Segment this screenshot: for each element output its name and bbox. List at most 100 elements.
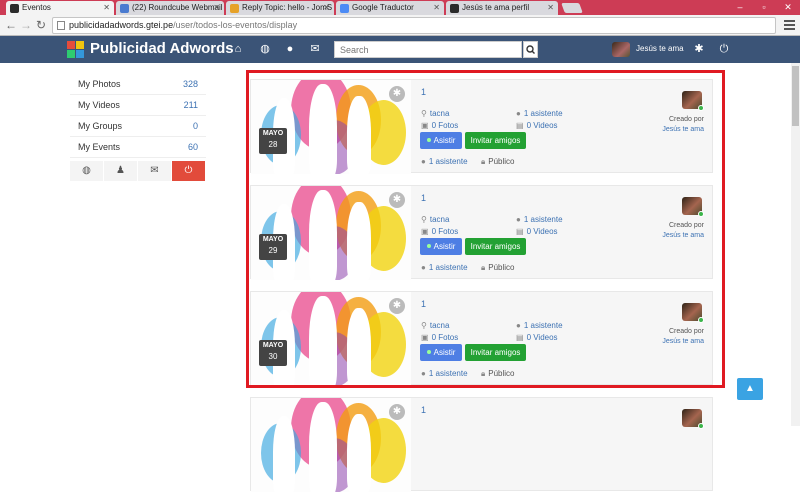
joomla-favicon-icon: [230, 4, 239, 13]
event-month: MAYO: [262, 236, 284, 243]
event-card: ✱ MAYO 30 1 ⚲ tacna ● 1 asistente ▣ 0 Fotos…: [250, 291, 713, 386]
event-card: ✱ MAYO 28 1 ⚲ tacna ● 1 asistente ▣ 0 Fotos…: [250, 79, 713, 174]
event-banner-image[interactable]: ✱ MAYO 28: [251, 80, 411, 174]
event-attendees-count[interactable]: ● 1 asistente: [516, 215, 563, 225]
header-username[interactable]: Jesús te ama: [636, 44, 684, 53]
event-title-link[interactable]: 1: [421, 193, 426, 203]
sidebar-item-count: 60: [187, 142, 198, 152]
photo-icon: ▣: [421, 333, 429, 342]
sidebar-item-groups[interactable]: My Groups 0: [70, 116, 206, 137]
maximize-window-icon[interactable]: ▫: [752, 0, 776, 15]
user-icon: ●: [516, 321, 521, 330]
minimize-window-icon[interactable]: –: [728, 0, 752, 15]
event-attendees-footer[interactable]: ● 1 asistente: [421, 157, 468, 167]
event-photos-count[interactable]: ▣ 0 Fotos: [421, 121, 458, 131]
reload-icon[interactable]: ↻: [34, 18, 48, 32]
search-input[interactable]: [334, 41, 522, 58]
close-tab-icon[interactable]: ✕: [323, 1, 330, 15]
gear-icon[interactable]: ✱: [693, 43, 705, 55]
search-button[interactable]: [523, 41, 538, 58]
sidebar-item-events[interactable]: My Events 60: [70, 137, 206, 158]
privacy-text: Público: [488, 157, 515, 166]
privacy-text: Público: [488, 369, 515, 378]
invite-friends-button[interactable]: Invitar amigos: [465, 132, 526, 149]
gear-icon[interactable]: ✱: [389, 404, 405, 420]
event-videos-count[interactable]: ▤ 0 Videos: [516, 333, 558, 343]
event-attendees-count[interactable]: ● 1 asistente: [516, 321, 563, 331]
event-title-link[interactable]: 1: [421, 299, 426, 309]
browser-tab-reply-topic[interactable]: Reply Topic: hello - JomS ✕: [226, 1, 334, 15]
browser-tab-jesus-perfil[interactable]: Jesús te ama perfil ✕: [446, 1, 558, 15]
event-title-link[interactable]: 1: [421, 405, 426, 415]
friends-icon[interactable]: ♟: [104, 161, 138, 181]
browser-tab-google-traductor[interactable]: Google Traductor ✕: [336, 1, 444, 15]
user-avatar[interactable]: [612, 42, 630, 57]
mail-icon[interactable]: ✉: [309, 43, 321, 55]
logo-icon[interactable]: [67, 41, 85, 58]
photos-text: 0 Fotos: [431, 227, 459, 236]
gear-icon[interactable]: ✱: [389, 192, 405, 208]
attend-button[interactable]: Asistir: [420, 344, 462, 361]
close-window-icon[interactable]: ✕: [776, 0, 800, 15]
event-videos-count[interactable]: ▤ 0 Videos: [516, 121, 558, 131]
lock-icon: 🔒︎: [481, 157, 486, 166]
close-tab-icon[interactable]: ✕: [433, 1, 440, 15]
browser-tab-eventos[interactable]: Eventos ✕: [6, 1, 114, 15]
event-banner-image[interactable]: ✱: [251, 398, 411, 492]
creator-name-link[interactable]: Jesús te ama: [662, 126, 704, 133]
event-location-text: tacna: [429, 109, 450, 118]
scroll-to-top-button[interactable]: ▲: [737, 378, 763, 400]
event-location[interactable]: ⚲ tacna: [421, 109, 449, 119]
event-attendees-footer[interactable]: ● 1 asistente: [421, 369, 468, 379]
scrollbar-thumb[interactable]: [792, 66, 799, 126]
hamburger-menu-icon[interactable]: [784, 20, 795, 30]
event-title-link[interactable]: 1: [421, 87, 426, 97]
event-photos-count[interactable]: ▣ 0 Fotos: [421, 227, 458, 237]
attend-button[interactable]: Asistir: [420, 132, 462, 149]
event-location[interactable]: ⚲ tacna: [421, 321, 449, 331]
event-card: ✱ MAYO 29 1 ⚲ tacna ● 1 asistente ▣ 0 Fotos…: [250, 185, 713, 280]
sidebar-item-photos[interactable]: My Photos 328: [70, 74, 206, 95]
photo-icon: ▣: [421, 121, 429, 130]
site-favicon-icon: [10, 4, 19, 13]
sidebar-item-videos[interactable]: My Videos 211: [70, 95, 206, 116]
event-attendees-count[interactable]: ● 1 asistente: [516, 109, 563, 119]
close-tab-icon[interactable]: ✕: [103, 1, 110, 15]
event-attendees-footer[interactable]: ● 1 asistente: [421, 263, 468, 273]
power-icon[interactable]: ⏻: [718, 43, 730, 55]
globe-icon[interactable]: ◍: [259, 43, 271, 55]
browser-tab-roundcube[interactable]: (22) Roundcube Webmail ✕: [116, 1, 224, 15]
event-banner-image[interactable]: ✱ MAYO 30: [251, 292, 411, 386]
creator-name-link[interactable]: Jesús te ama: [662, 232, 704, 239]
event-photos-count[interactable]: ▣ 0 Fotos: [421, 333, 458, 343]
event-banner-image[interactable]: ✱ MAYO 29: [251, 186, 411, 280]
event-date-badge: MAYO 28: [259, 128, 287, 154]
home-icon[interactable]: ⌂: [232, 43, 244, 55]
logout-power-icon[interactable]: ⏻: [172, 161, 206, 181]
close-tab-icon[interactable]: ✕: [213, 1, 220, 15]
url-input[interactable]: publicidadadwords.gtei.pe/user/todos-los…: [52, 17, 776, 34]
gear-icon[interactable]: ✱: [389, 298, 405, 314]
new-tab-button[interactable]: [561, 3, 583, 13]
event-location[interactable]: ⚲ tacna: [421, 215, 449, 225]
tab-label: Google Traductor: [352, 3, 414, 12]
creator-name-link[interactable]: Jesús te ama: [662, 338, 704, 345]
attend-button-label: Asistir: [433, 136, 456, 145]
tab-label: Reply Topic: hello - JomS: [242, 3, 333, 12]
invite-friends-button[interactable]: Invitar amigos: [465, 238, 526, 255]
map-pin-icon: ⚲: [421, 109, 427, 118]
invite-friends-button[interactable]: Invitar amigos: [465, 344, 526, 361]
user-icon[interactable]: ●: [284, 43, 296, 55]
gear-icon[interactable]: ✱: [389, 86, 405, 102]
invite-button-label: Invitar amigos: [470, 348, 521, 357]
back-arrow-icon[interactable]: ←: [4, 18, 18, 32]
mail-icon[interactable]: ✉: [138, 161, 172, 181]
close-tab-icon[interactable]: ✕: [547, 1, 554, 15]
event-videos-count[interactable]: ▤ 0 Videos: [516, 227, 558, 237]
attend-button[interactable]: Asistir: [420, 238, 462, 255]
online-status-dot: [698, 423, 704, 429]
forward-arrow-icon[interactable]: →: [19, 18, 33, 32]
globe-icon[interactable]: ◍: [70, 161, 104, 181]
sidebar-toolbar: ◍ ♟ ✉ ⏻: [70, 161, 206, 181]
brand-title[interactable]: Publicidad Adwords: [90, 40, 234, 58]
